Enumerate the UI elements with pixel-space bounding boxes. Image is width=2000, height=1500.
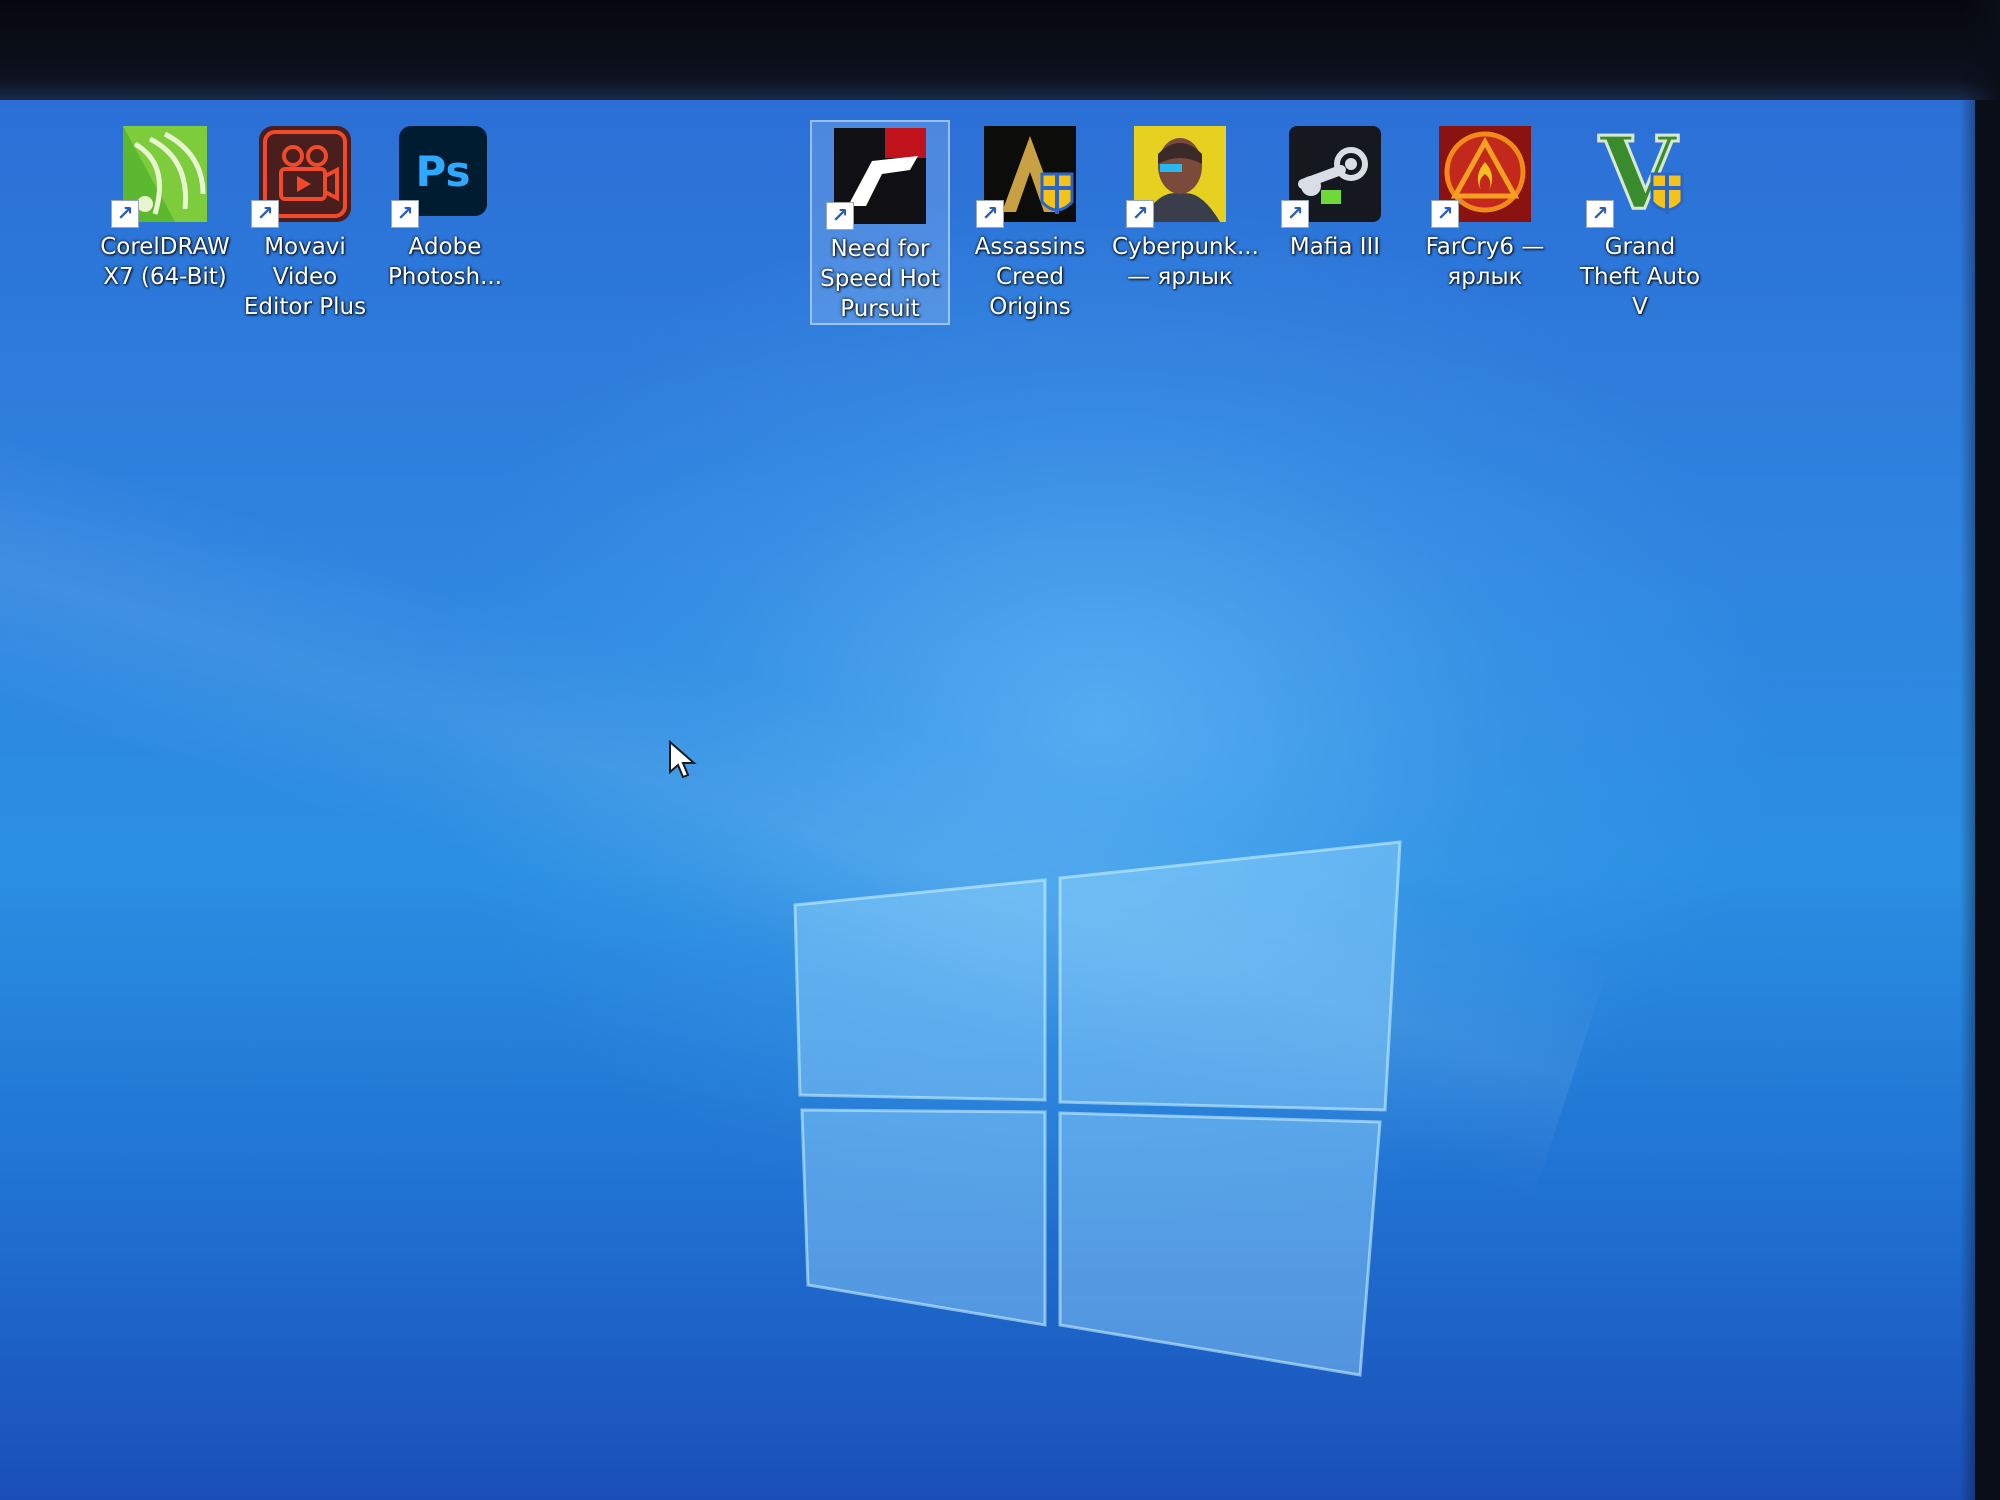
desktop-icon-mafia-iii[interactable]: ↗ Mafia III <box>1265 120 1405 262</box>
shortcut-arrow-icon: ↗ <box>251 200 279 228</box>
desktop-icon-assassins-creed[interactable]: ↗ Assassins Creed Origins <box>960 120 1100 322</box>
icon-label: Assassins Creed Origins <box>974 234 1086 320</box>
photoshop-icon: Ps ↗ <box>391 124 495 228</box>
shortcut-arrow-icon: ↗ <box>391 200 419 228</box>
desktop-icon-gta-v[interactable]: V ↗ Grand Theft Auto V <box>1570 120 1710 322</box>
icon-label: Mafia III <box>1289 234 1381 260</box>
shortcut-arrow-icon: ↗ <box>1586 200 1614 228</box>
farcry-icon: ↗ <box>1431 124 1535 228</box>
desktop-icons: ↗ CorelDRAW X7 (64-Bit) ↗ Movavi Video E… <box>0 120 1975 360</box>
nfs-icon: ↗ <box>826 126 930 230</box>
assassins-creed-icon: ↗ <box>976 124 1080 228</box>
desktop[interactable]: ↗ CorelDRAW X7 (64-Bit) ↗ Movavi Video E… <box>0 100 1975 1500</box>
shortcut-arrow-icon: ↗ <box>976 200 1004 228</box>
monitor-bezel <box>0 0 2000 100</box>
icon-label: Movavi Video Editor Plus <box>243 234 367 320</box>
shortcut-arrow-icon: ↗ <box>1126 200 1154 228</box>
icon-label: Need for Speed Hot Pursuit <box>820 236 940 322</box>
shortcut-arrow-icon: ↗ <box>111 200 139 228</box>
icon-label: Cyberpunk... — ярлык <box>1112 234 1259 290</box>
steam-icon: ↗ <box>1281 124 1385 228</box>
coreldraw-icon: ↗ <box>111 124 215 228</box>
desktop-icon-movavi[interactable]: ↗ Movavi Video Editor Plus <box>235 120 375 322</box>
icon-label: FarCry6 — ярлык <box>1425 234 1545 290</box>
desktop-icon-need-for-speed[interactable]: ↗ Need for Speed Hot Pursuit <box>810 120 950 325</box>
movavi-icon: ↗ <box>251 124 355 228</box>
shortcut-arrow-icon: ↗ <box>1431 200 1459 228</box>
desktop-icon-photoshop[interactable]: Ps ↗ Adobe Photosh... <box>375 120 515 292</box>
icon-label: CorelDRAW X7 (64-Bit) <box>100 234 230 290</box>
svg-text:Ps: Ps <box>415 147 470 196</box>
desktop-icon-cyberpunk[interactable]: ↗ Cyberpunk... — ярлык <box>1110 120 1259 292</box>
icon-label: Grand Theft Auto V <box>1579 234 1701 320</box>
mouse-cursor-icon <box>669 740 697 779</box>
shortcut-arrow-icon: ↗ <box>826 202 854 230</box>
monitor-right-edge <box>1960 0 2000 1500</box>
desktop-icon-coreldraw[interactable]: ↗ CorelDRAW X7 (64-Bit) <box>95 120 235 292</box>
icon-label: Adobe Photosh... <box>387 234 503 290</box>
cyberpunk-icon: ↗ <box>1126 124 1230 228</box>
gta-v-icon: V ↗ <box>1586 124 1690 228</box>
shortcut-arrow-icon: ↗ <box>1281 200 1309 228</box>
desktop-icon-farcry[interactable]: ↗ FarCry6 — ярлык <box>1415 120 1555 292</box>
